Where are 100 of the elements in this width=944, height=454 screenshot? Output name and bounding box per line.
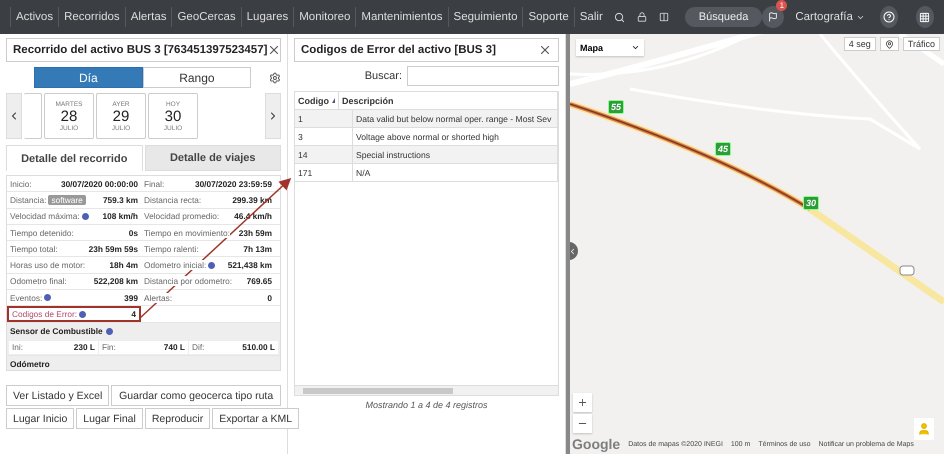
zoom-in-button[interactable] (573, 393, 592, 412)
stat-value: 30/07/2020 23:59:59 (194, 178, 272, 189)
search-icon[interactable] (614, 12, 625, 22)
action-button[interactable]: Exportar a KML (212, 408, 300, 429)
stat-value: 399 (124, 292, 138, 303)
panel-title: Recorrido del activo BUS 3 [763451397523457] (13, 44, 268, 56)
pin-icon (884, 40, 894, 48)
speed-marker[interactable]: 55 (608, 100, 624, 114)
stat-label: Ini: (12, 342, 24, 352)
flag-icon (768, 12, 778, 22)
stat-label: Codigos de Error: (12, 309, 78, 320)
chevron-left-icon (570, 246, 577, 256)
stat-label: Alertas: (144, 292, 172, 303)
info-icon[interactable] (44, 294, 52, 302)
mode-toggle[interactable]: Rango (142, 67, 252, 88)
table-cell: 171 (295, 164, 353, 181)
stat-value: 521,438 km (228, 260, 272, 270)
stat-label: Dif: (192, 342, 204, 352)
action-button[interactable]: Guardar como geocerca tipo ruta (111, 385, 281, 406)
table-cell: 1 (295, 110, 353, 127)
stat-label: Tiempo total: (10, 244, 58, 254)
stat-value: 769.65 (246, 276, 272, 286)
close-button[interactable] (538, 43, 552, 57)
panel-title: Codigos de Error del activo [BUS 3] (301, 44, 496, 56)
mode-toggle[interactable]: Día (34, 67, 143, 88)
apps-button[interactable] (916, 6, 934, 28)
nav-link[interactable]: Salir (574, 7, 608, 27)
nav-link[interactable]: Recorridos (58, 7, 125, 27)
stat-value: 0s (128, 228, 138, 238)
info-icon[interactable] (208, 262, 216, 269)
help-button[interactable] (880, 6, 898, 28)
traffic-button[interactable]: Tráfico (902, 37, 940, 51)
scrollbar[interactable] (295, 385, 558, 395)
action-button[interactable]: Lugar Final (76, 408, 143, 429)
column-header[interactable]: Descripción (339, 92, 558, 109)
columns-icon[interactable] (658, 12, 669, 22)
person-icon (917, 422, 931, 436)
stat-label: Distancia por odometro: (144, 276, 232, 286)
stat-value: 7h 13m (243, 244, 272, 254)
column-header[interactable]: Codigo (295, 92, 339, 109)
stat-label: Eventos: (10, 292, 42, 303)
map-logo: Google (572, 436, 620, 452)
source-tag: software (48, 194, 86, 205)
flag-button[interactable] (762, 6, 784, 28)
table-cell: 3 (295, 128, 353, 145)
help-icon (882, 11, 895, 23)
grid-icon (919, 12, 930, 22)
table-cell: Data valid but below normal oper. range - Most Sev (353, 110, 558, 127)
refresh-button[interactable]: 4 seg (844, 37, 876, 51)
section-title: Odómetro (7, 356, 280, 370)
nav-link[interactable]: GeoCercas (171, 7, 241, 27)
nav-link[interactable]: Lugares (240, 7, 294, 27)
stat-value: 23h 59m 59s (88, 244, 138, 254)
action-button[interactable]: Reproducir (144, 408, 210, 429)
nav-link[interactable]: Seguimiento (448, 7, 522, 27)
stat-value: 4 (131, 309, 136, 320)
settings-icon[interactable] (269, 72, 282, 84)
speed-marker[interactable]: 30 (803, 196, 820, 210)
info-icon[interactable] (79, 310, 86, 318)
notification-badge: 1 (776, 0, 788, 11)
tab[interactable]: Detalle del recorrido (6, 145, 142, 171)
speed-marker[interactable]: 45 (715, 142, 732, 156)
search-label: Buscar: (364, 70, 402, 82)
stat-value: 30/07/2020 00:00:00 (60, 178, 138, 189)
stat-label: Odometro final: (10, 276, 67, 286)
stat-label: Odometro inicial: (144, 260, 206, 270)
nav-link[interactable]: Monitoreo (293, 7, 356, 27)
search-field[interactable] (407, 66, 559, 86)
info-icon[interactable] (106, 328, 113, 335)
info-icon[interactable] (82, 212, 89, 220)
stat-label: Velocidad promedio: (144, 211, 220, 222)
table-cell: Special instructions (353, 146, 558, 163)
stat-value: 740 L (164, 342, 185, 352)
action-button[interactable]: Ver Listado y Excel (6, 385, 110, 406)
stat-label: Horas uso de motor: (10, 260, 86, 270)
layer-menu[interactable]: Cartografía (790, 7, 870, 27)
nav-link[interactable]: Alertas (124, 7, 172, 27)
nav-link[interactable]: Mantenimientos (355, 7, 448, 27)
stat-value: 522,208 km (94, 276, 138, 286)
stat-label: Distancia recta: (144, 194, 202, 205)
stat-label: Final: (144, 178, 164, 189)
tab[interactable]: Detalle de viajes (144, 145, 281, 171)
map-type-select[interactable]: Mapa (576, 39, 644, 56)
stat-label: Tiempo en movimiento: (144, 228, 230, 238)
nav-link[interactable]: Activos (10, 7, 58, 27)
action-button[interactable]: Lugar Inicio (6, 408, 74, 429)
stat-label: Fin: (102, 342, 116, 352)
caret-icon (631, 43, 640, 52)
section-title: Sensor de Combustible (10, 326, 103, 336)
stat-value: 18h 4m (109, 260, 138, 270)
stat-value: 0 (267, 292, 272, 303)
marker-button[interactable] (880, 37, 899, 51)
nav-link[interactable]: Soporte (522, 7, 574, 27)
stat-label: Velocidad máxima: (10, 211, 80, 222)
lock-icon[interactable] (636, 12, 647, 22)
stat-value: 759.3 km (102, 194, 138, 205)
stat-label: Inicio: (10, 178, 32, 189)
stat-value: 23h 59m (238, 228, 272, 238)
search-button[interactable]: Búsqueda (684, 7, 762, 27)
table-cell: 14 (295, 146, 353, 163)
